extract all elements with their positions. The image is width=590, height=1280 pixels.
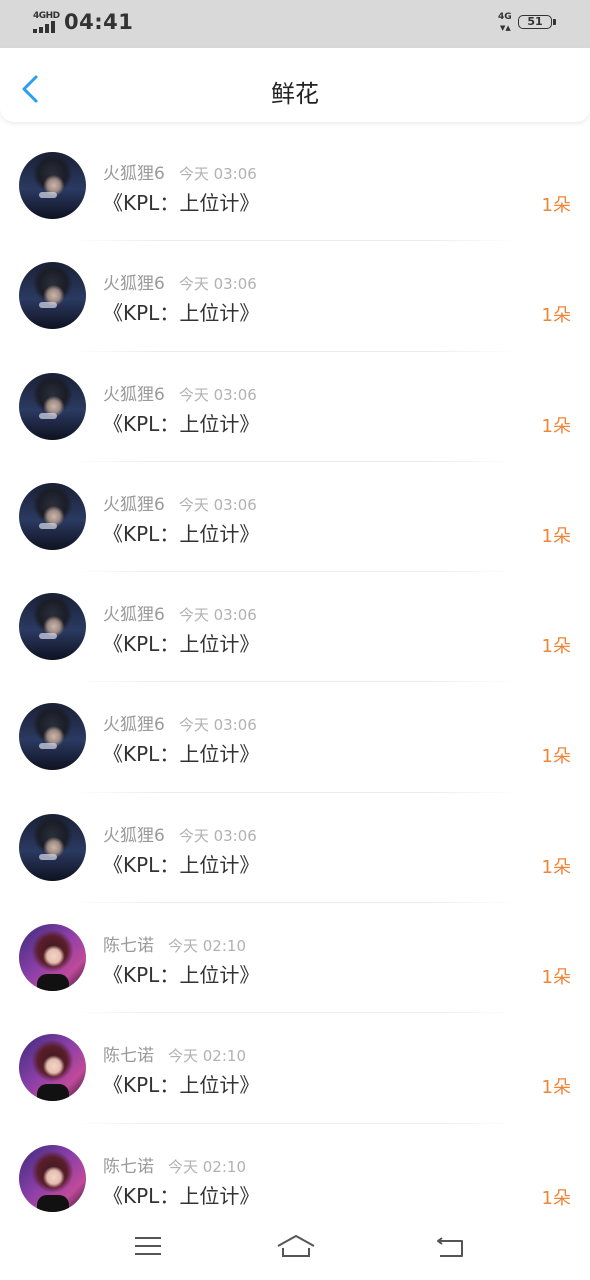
sender-meta: 火狐狸6 今天 03:06 — [103, 600, 257, 625]
app-header: 鲜花 — [0, 48, 590, 122]
battery-icon: 51 — [518, 15, 552, 29]
flower-amount: 1朵 — [541, 967, 571, 989]
flower-amount: 1朵 — [541, 636, 571, 658]
send-time: 今天 03:06 — [178, 606, 257, 625]
book-title: 《KPL：上位计》 — [103, 301, 260, 326]
back-return-icon[interactable] — [434, 1232, 466, 1260]
avatar[interactable] — [19, 262, 86, 330]
avatar[interactable] — [19, 593, 86, 661]
send-time: 今天 02:10 — [168, 1157, 246, 1176]
list-item[interactable]: 火狐狸6 今天 03:06 《KPL：上位计》 1朵 — [0, 572, 590, 683]
send-time: 今天 02:10 — [168, 937, 246, 956]
sender-meta: 陈七诺 今天 02:10 — [103, 1041, 246, 1066]
sender-name: 陈七诺 — [103, 936, 154, 957]
send-time: 今天 03:06 — [178, 716, 257, 735]
list-item[interactable]: 火狐狸6 今天 03:06 《KPL：上位计》 1朵 — [0, 462, 590, 573]
data-activity-icon: ▼▲ — [500, 24, 511, 32]
status-time: 04:41 — [64, 10, 134, 34]
book-title: 《KPL：上位计》 — [103, 1073, 260, 1098]
home-icon[interactable] — [276, 1232, 316, 1260]
sender-meta: 火狐狸6 今天 03:06 — [103, 159, 257, 184]
sender-meta: 陈七诺 今天 02:10 — [103, 1152, 246, 1177]
send-time: 今天 03:06 — [178, 165, 257, 183]
sender-meta: 火狐狸6 今天 03:06 — [103, 821, 257, 846]
avatar[interactable] — [19, 152, 86, 219]
flower-record-list: 火狐狸6 今天 03:06 《KPL：上位计》 1朵 火狐狸6 今天 03:06 《KPL：… — [0, 131, 590, 1234]
sender-meta: 火狐狸6 今天 03:06 — [103, 710, 257, 735]
sender-name: 陈七诺 — [103, 1156, 154, 1177]
send-time: 今天 03:06 — [178, 275, 257, 294]
book-title: 《KPL：上位计》 — [103, 742, 260, 767]
flower-amount: 1朵 — [541, 1077, 571, 1099]
sender-name: 火狐狸6 — [103, 715, 165, 736]
flower-amount: 1朵 — [541, 525, 571, 547]
avatar[interactable] — [19, 482, 86, 550]
book-title: 《KPL：上位计》 — [103, 521, 260, 546]
sender-name: 火狐狸6 — [103, 164, 165, 184]
send-time: 今天 03:06 — [178, 495, 257, 514]
sender-name: 火狐狸6 — [103, 274, 165, 295]
sender-name: 火狐狸6 — [103, 825, 165, 846]
list-item[interactable]: 火狐狸6 今天 03:06 《KPL：上位计》 1朵 — [0, 131, 590, 242]
battery-tip — [553, 19, 556, 25]
sender-name: 火狐狸6 — [103, 494, 165, 515]
list-item[interactable]: 陈七诺 今天 02:10 《KPL：上位计》 1朵 — [0, 1013, 590, 1124]
list-item[interactable]: 火狐狸6 今天 03:06 《KPL：上位计》 1朵 — [0, 682, 590, 793]
avatar[interactable] — [19, 924, 86, 992]
flower-amount: 1朵 — [541, 195, 571, 216]
avatar[interactable] — [19, 1034, 86, 1102]
avatar[interactable] — [19, 703, 86, 771]
list-item[interactable]: 陈七诺 今天 02:10 《KPL：上位计》 1朵 — [0, 903, 590, 1014]
book-title: 《KPL：上位计》 — [103, 1183, 260, 1208]
list-item[interactable]: 陈七诺 今天 02:10 《KPL：上位计》 1朵 — [0, 1124, 590, 1234]
book-title: 《KPL：上位计》 — [103, 963, 260, 988]
status-bar: 4GHD 04:41 4G ▼▲ 51 — [0, 0, 590, 48]
book-title: 《KPL：上位计》 — [103, 852, 260, 877]
list-item[interactable]: 火狐狸6 今天 03:06 《KPL：上位计》 1朵 — [0, 241, 590, 352]
sender-meta: 火狐狸6 今天 03:06 — [103, 269, 257, 294]
flower-amount: 1朵 — [541, 1187, 571, 1209]
list-item[interactable]: 火狐狸6 今天 03:06 《KPL：上位计》 1朵 — [0, 352, 590, 462]
book-title: 《KPL：上位计》 — [103, 632, 260, 657]
flower-amount: 1朵 — [541, 746, 571, 768]
send-time: 今天 03:06 — [178, 826, 257, 845]
sender-meta: 陈七诺 今天 02:10 — [103, 931, 246, 956]
sender-meta: 火狐狸6 今天 03:06 — [103, 380, 257, 405]
battery-level: 51 — [527, 15, 543, 28]
sender-name: 陈七诺 — [103, 1046, 154, 1067]
flower-amount: 1朵 — [541, 415, 571, 437]
avatar[interactable] — [19, 1144, 86, 1212]
page-title: 鲜花 — [271, 80, 319, 108]
avatar[interactable] — [19, 813, 86, 881]
mobile-data-label: 4G — [498, 12, 512, 22]
sender-meta: 火狐狸6 今天 03:06 — [103, 490, 257, 515]
avatar[interactable] — [19, 372, 86, 440]
flower-amount: 1朵 — [541, 305, 571, 327]
list-item[interactable]: 火狐狸6 今天 03:06 《KPL：上位计》 1朵 — [0, 793, 590, 904]
menu-icon[interactable] — [132, 1232, 164, 1260]
send-time: 今天 03:06 — [178, 385, 257, 404]
signal-strength-icon — [33, 21, 57, 33]
book-title: 《KPL：上位计》 — [103, 411, 260, 436]
network-type-label: 4GHD — [33, 11, 60, 21]
book-title: 《KPL：上位计》 — [103, 191, 260, 215]
sender-name: 火狐狸6 — [103, 384, 165, 405]
send-time: 今天 02:10 — [168, 1047, 246, 1066]
sender-name: 火狐狸6 — [103, 605, 165, 626]
flower-amount: 1朵 — [541, 856, 571, 878]
system-nav-bar — [0, 1222, 590, 1280]
